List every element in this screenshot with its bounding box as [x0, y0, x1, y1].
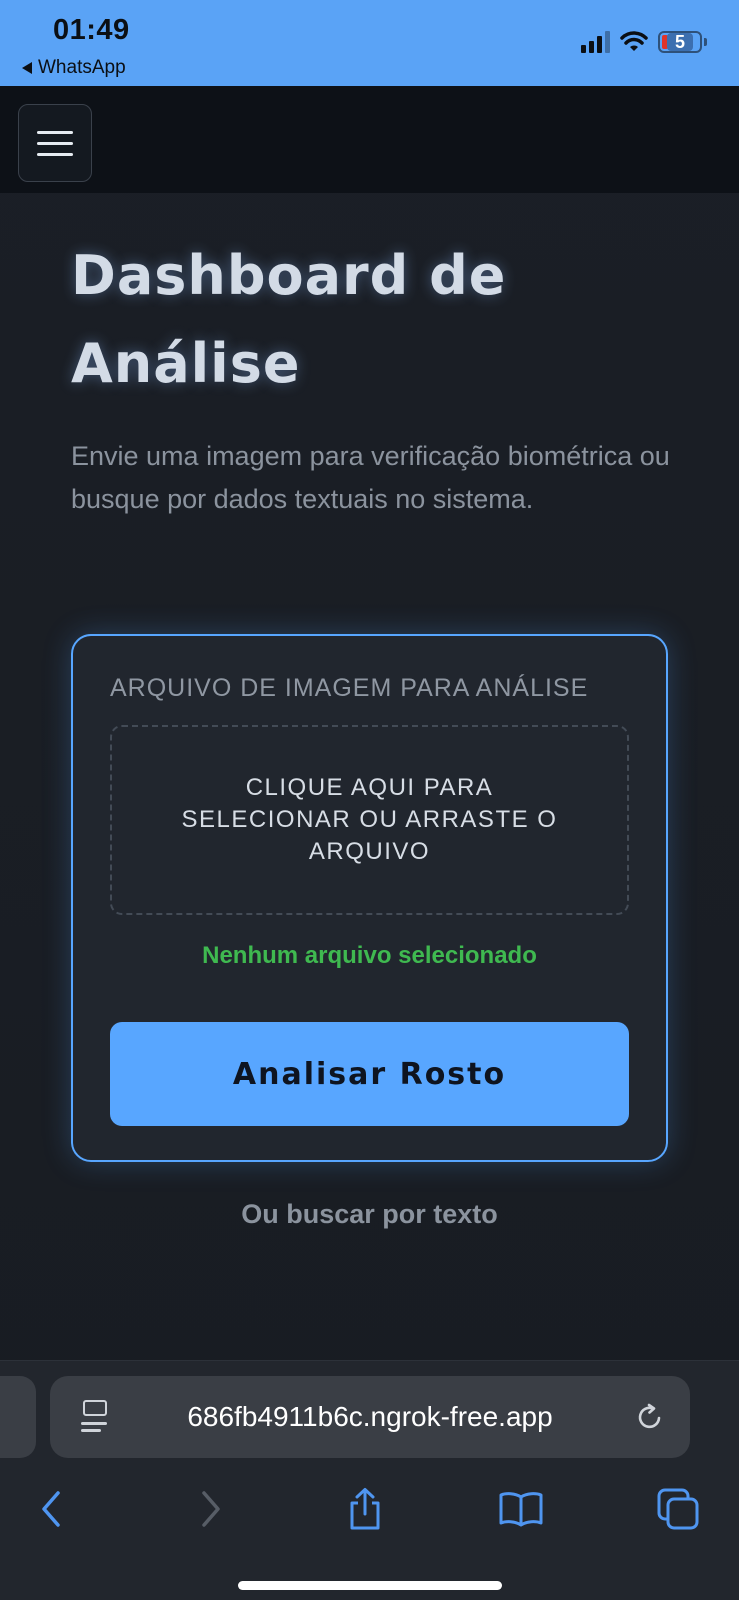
file-dropzone[interactable]: CLIQUE AQUI PARA SELECIONAR OU ARRASTE O…: [110, 725, 629, 915]
file-status: Nenhum arquivo selecionado: [202, 942, 537, 969]
back-to-app-link[interactable]: WhatsApp: [22, 57, 126, 79]
previous-tab-stub[interactable]: [0, 1376, 36, 1458]
status-bar: 01:49 WhatsApp 5: [0, 0, 739, 86]
back-triangle-icon: [22, 62, 32, 74]
back-icon[interactable]: [22, 1479, 82, 1539]
status-time: 01:49: [53, 14, 130, 46]
back-app-label: WhatsApp: [38, 57, 126, 78]
app-header: [0, 86, 739, 193]
bookmarks-icon[interactable]: [491, 1479, 551, 1539]
cellular-signal-icon: [581, 31, 610, 53]
url-text: 686fb4911b6c.ngrok-free.app: [187, 1401, 553, 1432]
reload-icon[interactable]: [634, 1401, 666, 1433]
home-indicator: [238, 1581, 502, 1590]
status-icons: 5: [581, 31, 707, 53]
dropzone-text: CLIQUE AQUI PARA SELECIONAR OU ARRASTE O…: [181, 774, 558, 865]
tabs-icon[interactable]: [648, 1479, 708, 1539]
analyze-face-button-label: Analisar Rosto: [232, 1056, 507, 1092]
address-bar[interactable]: 686fb4911b6c.ngrok-free.app: [50, 1376, 690, 1458]
battery-level: 5: [666, 33, 693, 51]
page: 01:49 WhatsApp 5 Dashboard de Análise En…: [0, 0, 739, 1600]
file-input-label: ARQUIVO DE IMAGEM PARA ANÁLISE: [110, 674, 589, 702]
page-subtitle: Envie uma imagem para verificação biomét…: [71, 441, 670, 514]
analyze-face-button[interactable]: Analisar Rosto: [110, 1022, 629, 1126]
upload-card: ARQUIVO DE IMAGEM PARA ANÁLISE CLIQUE AQ…: [71, 634, 668, 1162]
page-title: Dashboard de Análise: [71, 244, 507, 395]
battery-tip: [704, 38, 707, 46]
share-icon[interactable]: [335, 1479, 395, 1539]
hamburger-menu-icon[interactable]: [18, 104, 92, 182]
wifi-icon: [620, 31, 648, 51]
browser-toolbar: [0, 1479, 739, 1549]
forward-icon[interactable]: [180, 1479, 240, 1539]
text-search-link[interactable]: Ou buscar por texto: [0, 1199, 739, 1230]
battery-icon: 5: [658, 31, 702, 53]
browser-chrome: 686fb4911b6c.ngrok-free.app: [0, 1360, 739, 1600]
